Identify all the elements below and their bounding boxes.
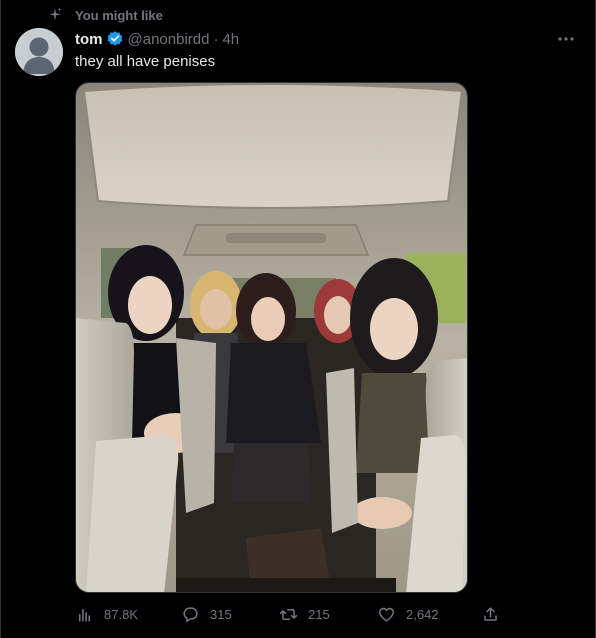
tweet-card[interactable]: You might like tom @anonbirdd · 4h they … [0, 0, 596, 638]
author-name[interactable]: tom [75, 31, 103, 48]
timestamp[interactable]: 4h [222, 31, 239, 48]
avatar[interactable] [15, 28, 63, 76]
action-bar: 87.8K 315 215 2,642 [75, 605, 505, 627]
tweet-header: tom @anonbirdd · 4h [75, 30, 239, 48]
more-dots-icon [558, 37, 574, 41]
like-button[interactable]: 2,642 [377, 605, 439, 624]
reply-count: 315 [210, 607, 232, 622]
retweet-button[interactable]: 215 [279, 605, 330, 624]
social-context-label: You might like [75, 7, 163, 23]
verified-badge-icon [107, 31, 122, 46]
views-button[interactable]: 87.8K [75, 605, 138, 624]
tweet-photo[interactable] [75, 82, 468, 593]
reply-icon [183, 607, 198, 622]
like-count: 2,642 [406, 607, 439, 622]
car-interior-photo [76, 83, 467, 592]
default-avatar-icon [15, 28, 63, 76]
share-icon [484, 607, 497, 621]
retweet-icon [279, 608, 298, 621]
share-button[interactable] [481, 605, 500, 624]
more-options-button[interactable] [555, 30, 577, 48]
views-count: 87.8K [104, 607, 138, 622]
reply-button[interactable]: 315 [181, 605, 232, 624]
retweet-count: 215 [308, 607, 330, 622]
heart-icon [379, 607, 394, 622]
separator-dot: · [213, 30, 219, 48]
author-handle[interactable]: @anonbirdd [128, 31, 210, 48]
tweet-text: they all have penises [75, 53, 216, 70]
sparkle-icon [49, 7, 62, 21]
views-icon [78, 608, 91, 622]
social-context: You might like [47, 7, 163, 23]
